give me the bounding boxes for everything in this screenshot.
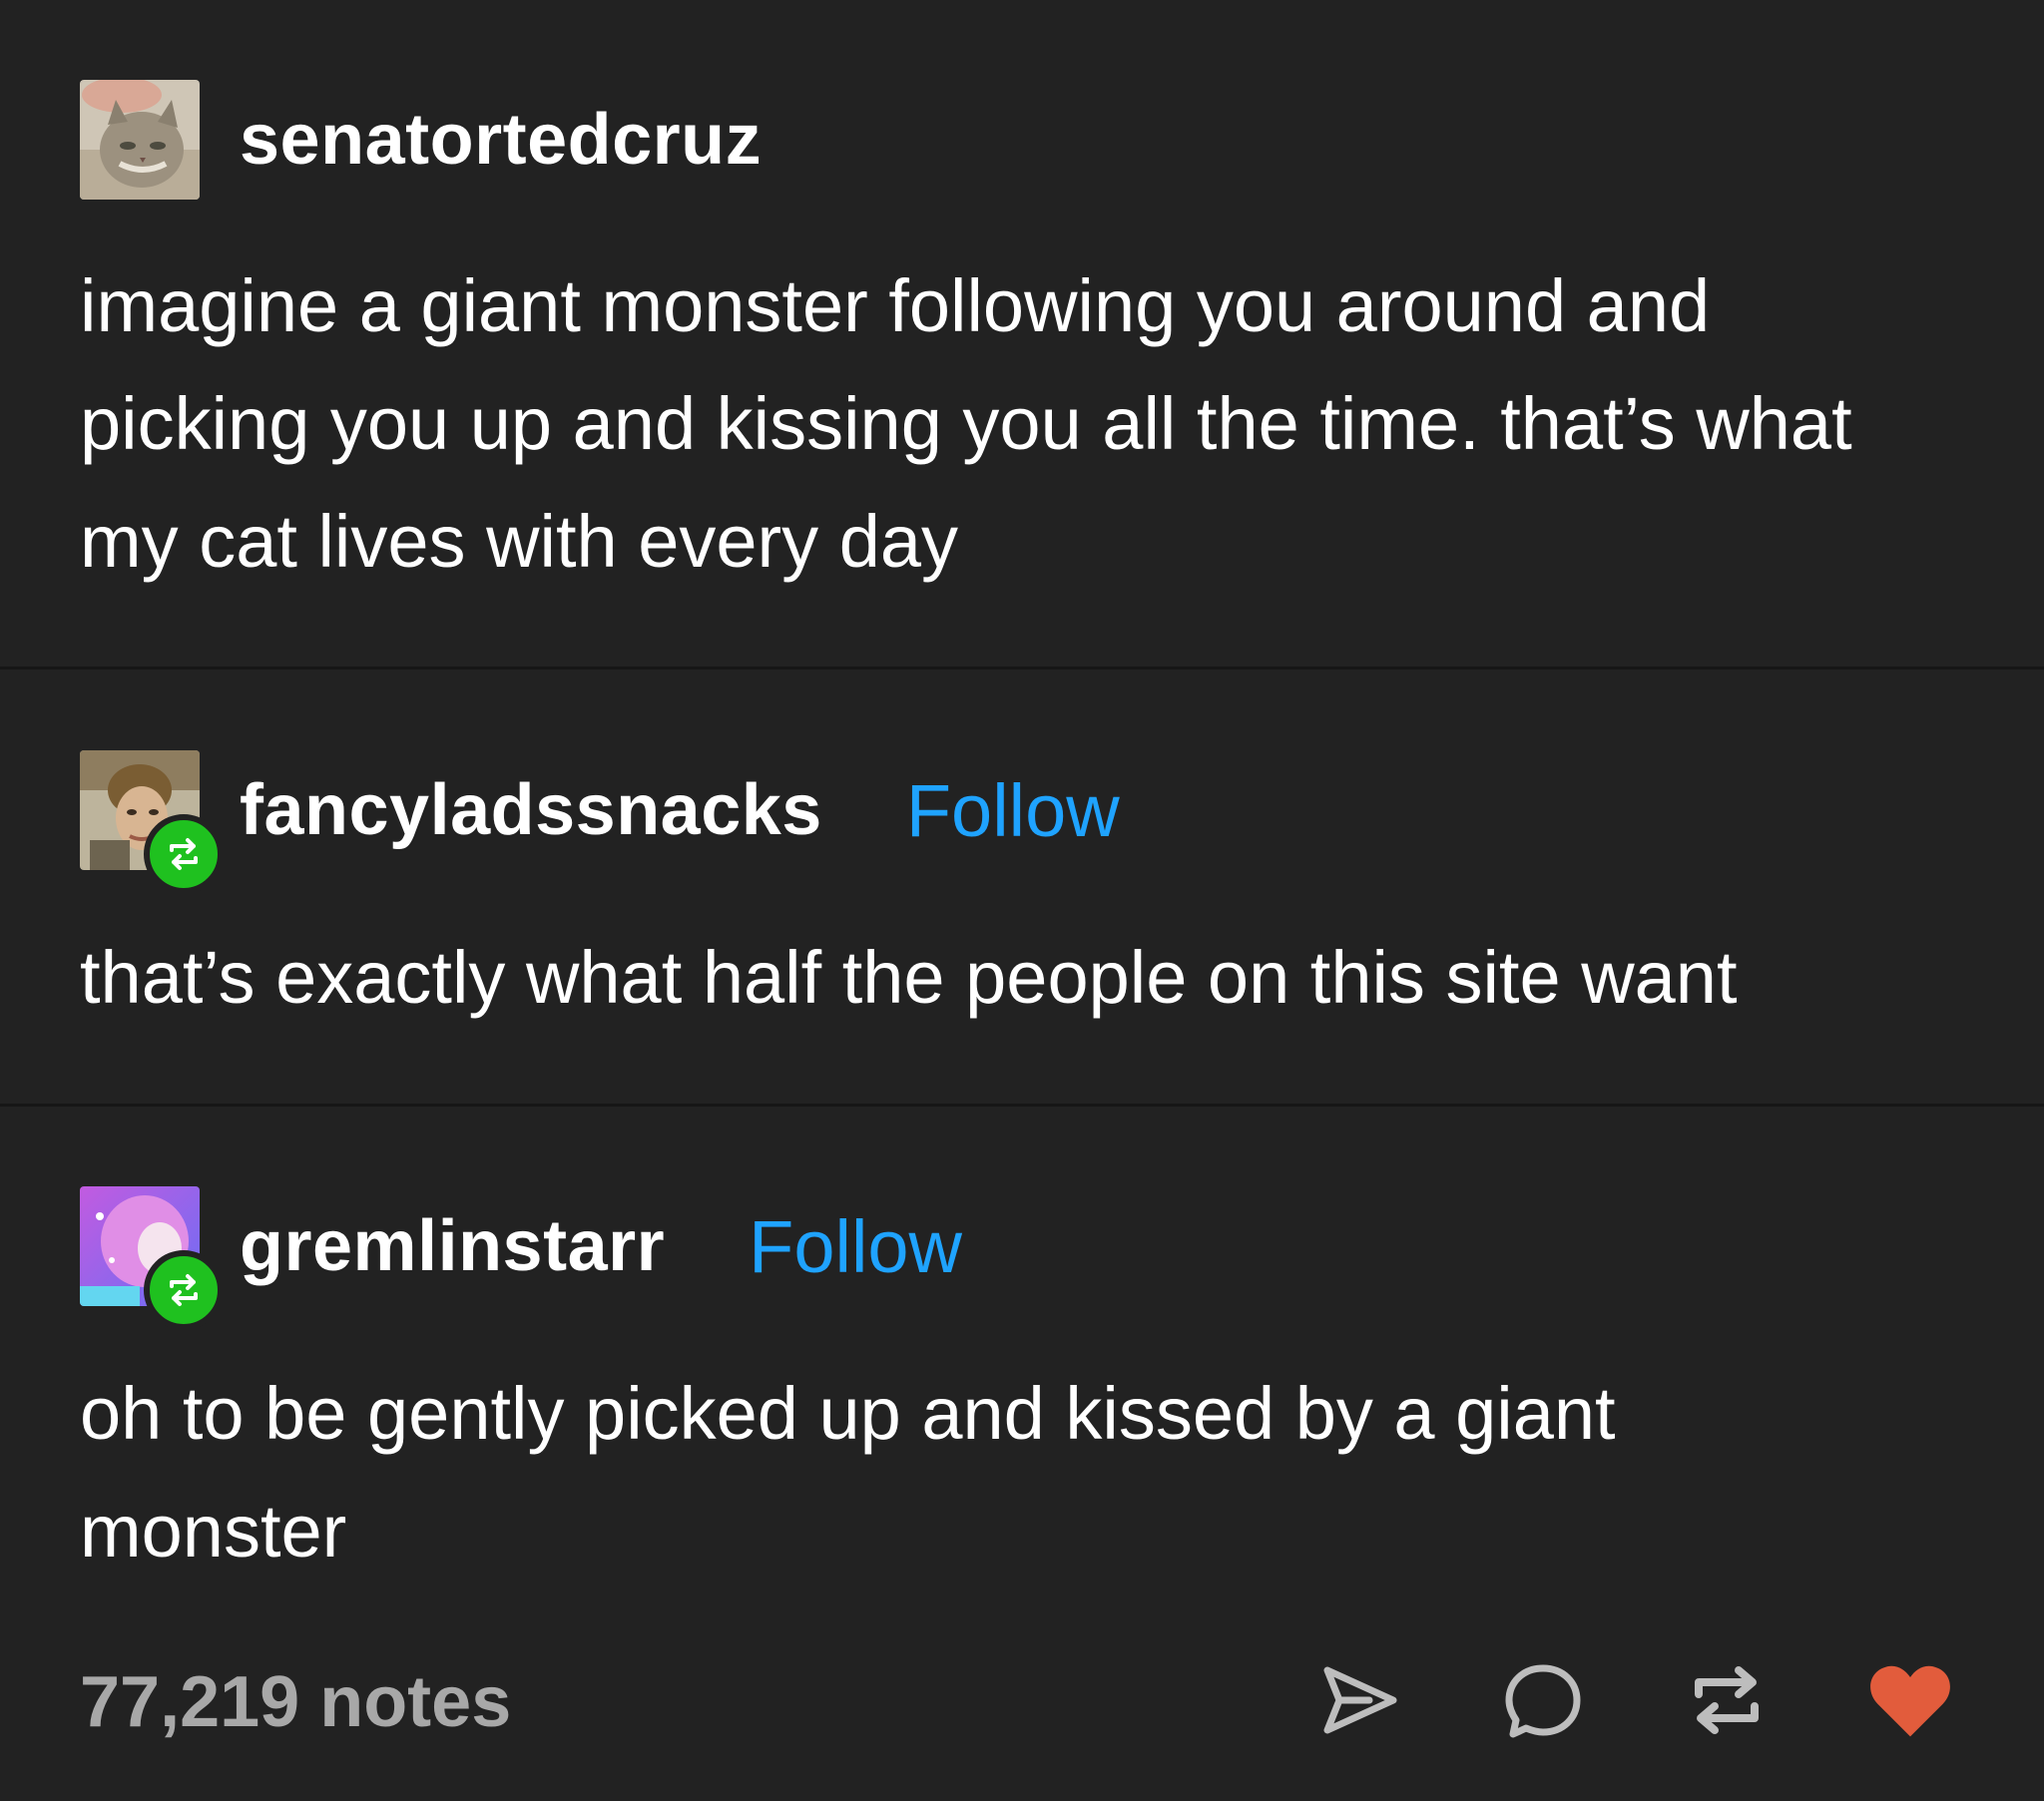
cat-avatar-icon — [80, 80, 200, 200]
username[interactable]: fancyladssnacks — [240, 769, 822, 851]
comment-icon[interactable] — [1499, 1656, 1587, 1744]
divider — [0, 1104, 2044, 1107]
post-actions — [1315, 1656, 1954, 1744]
share-icon[interactable] — [1315, 1656, 1403, 1744]
post-body: that’s exactly what half the people on t… — [80, 936, 1738, 1019]
follow-button[interactable]: Follow — [749, 1204, 962, 1289]
post-body: oh to be gently picked up and kissed by … — [80, 1372, 1616, 1573]
reblog-badge-icon — [144, 1250, 224, 1330]
reblog-icon[interactable] — [1683, 1656, 1771, 1744]
divider — [0, 667, 2044, 670]
post-body: imagine a giant monster following you ar… — [80, 264, 1852, 583]
follow-button[interactable]: Follow — [906, 768, 1120, 853]
username[interactable]: senatortedcruz — [240, 99, 762, 181]
post-footer: 77,219 notes — [0, 1626, 2044, 1776]
reblog-badge-icon — [144, 814, 224, 894]
post-header: senatortedcruz — [80, 80, 762, 200]
avatar[interactable] — [80, 80, 200, 200]
notes-count[interactable]: 77,219 notes — [80, 1661, 511, 1743]
like-heart-icon[interactable] — [1866, 1656, 1954, 1744]
post-header: gremlinstarr Follow — [80, 1186, 962, 1330]
avatar[interactable] — [80, 750, 224, 894]
username[interactable]: gremlinstarr — [240, 1205, 665, 1287]
avatar[interactable] — [80, 1186, 224, 1330]
post-header: fancyladssnacks Follow — [80, 750, 1120, 894]
